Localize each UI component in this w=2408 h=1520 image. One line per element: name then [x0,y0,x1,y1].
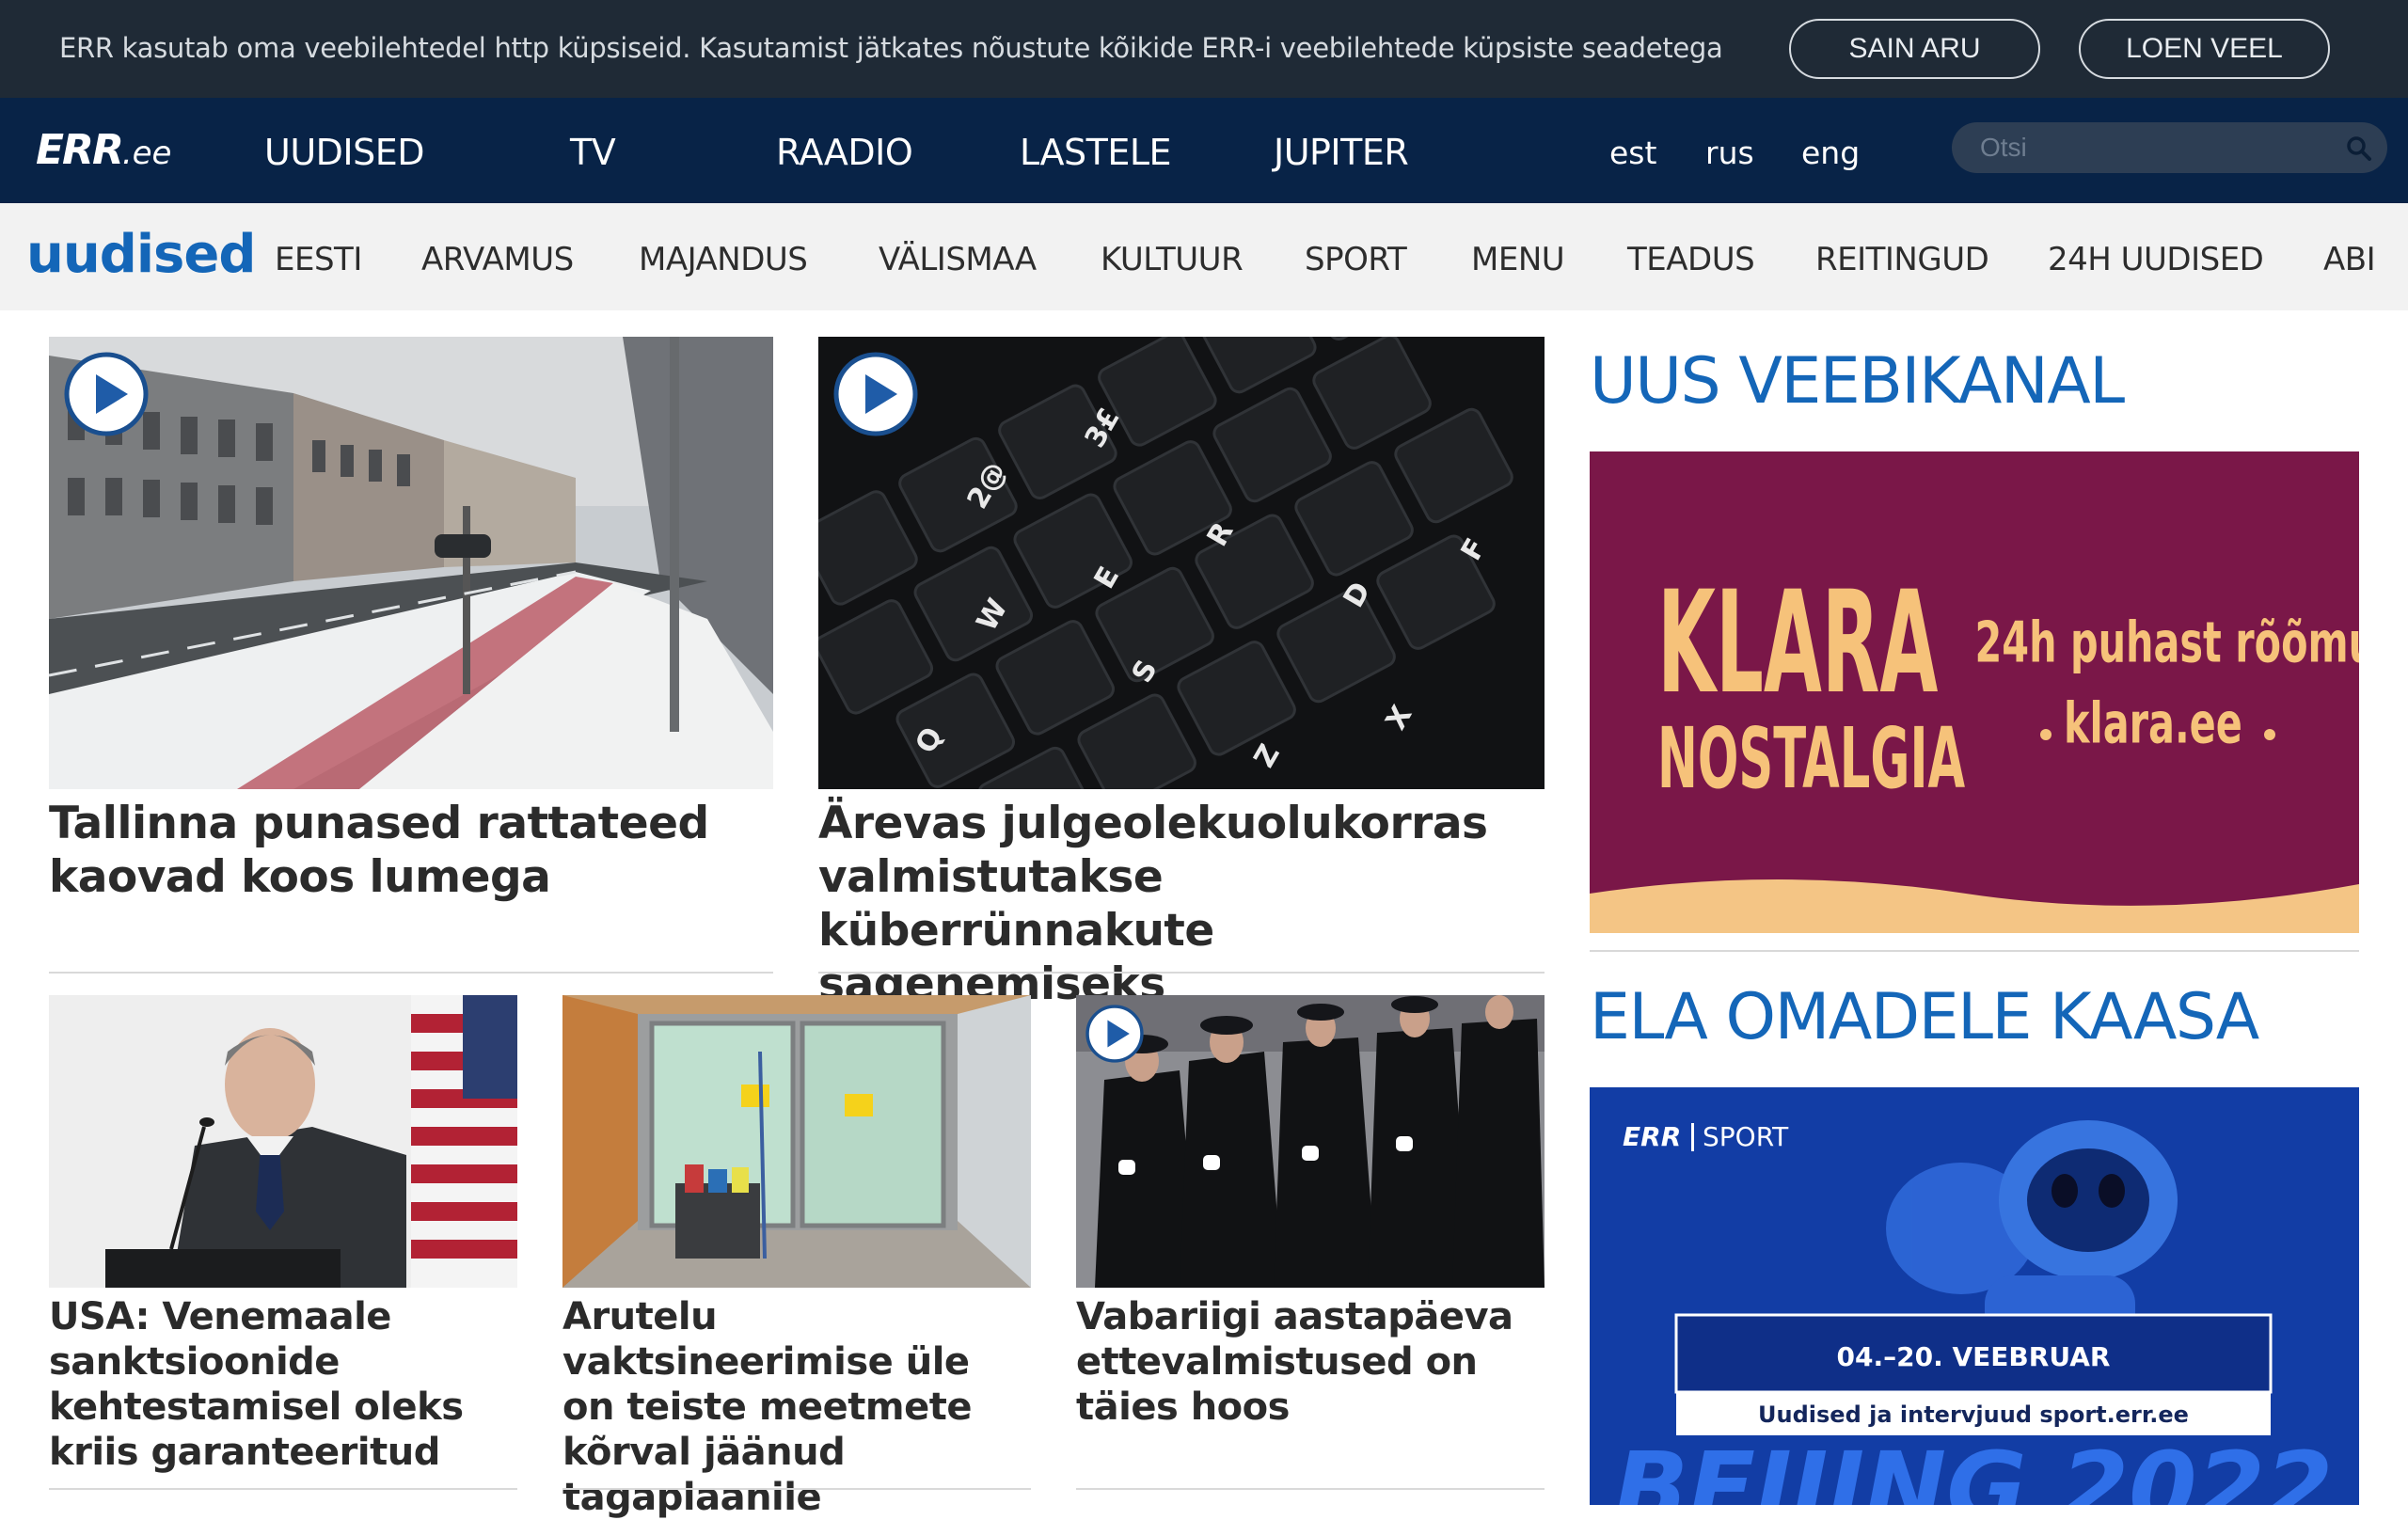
nav-uudised[interactable]: UUDISED [264,132,425,173]
cookie-text: ERR kasutab oma veebilehtedel http küpsi… [59,32,1723,64]
logo-suffix: .ee [121,135,172,172]
divider [49,972,773,974]
sidebar-title-follow: ELA OMADELE KAASA [1590,980,2259,1054]
klara-tagline: 24h puhast rõõmu! [1975,610,2360,676]
err-logo-small: ERR [1623,1121,1681,1152]
lang-eng[interactable]: eng [1801,135,1860,171]
subnav-kultuur[interactable]: KULTUUR [1101,241,1244,278]
lang-rus[interactable]: rus [1705,135,1754,171]
search-box [1952,122,2387,173]
olympics-note: Uudised ja intervjuud sport.err.ee [1758,1401,2189,1428]
nav-lastele[interactable]: LASTELE [1020,132,1172,173]
divider [818,972,1545,974]
subnav-sport[interactable]: SPORT [1305,241,1407,278]
play-icon[interactable] [1085,1005,1144,1063]
article-headline[interactable]: Tallinna punased rattateed kaovad koos l… [49,797,773,904]
nav-jupiter[interactable]: JUPITER [1274,132,1409,173]
article-image-hospital[interactable] [562,995,1031,1288]
divider [1590,950,2359,952]
sport-label: SPORT [1703,1121,1789,1152]
klara-site: klara.ee [2064,691,2242,757]
subnav-menu[interactable]: MENU [1471,241,1565,278]
lang-est[interactable]: est [1609,135,1656,171]
subnav-24h-uudised[interactable]: 24H UUDISED [2048,241,2264,278]
press-photo [49,995,517,1288]
parade-photo [1076,995,1545,1288]
hospital-photo [562,995,1031,1288]
search-icon[interactable] [2346,135,2372,162]
cookie-banner: ERR kasutab oma veebilehtedel http küpsi… [0,0,2408,98]
article-image-usa[interactable] [49,995,517,1288]
divider [49,1488,517,1490]
err-sport-olympics-banner[interactable]: ERR SPORT 04.–20. VEEBRUAR Uudised ja in… [1590,1087,2359,1505]
subnav-abi[interactable]: ABI [2323,241,2376,278]
logo-text: ERR [36,126,124,174]
subnav-reitingud[interactable]: REITINGUD [1815,241,1989,278]
cookie-read-more-button[interactable]: LOEN VEEL [2079,19,2330,79]
sidebar-title-new-channel: UUS VEEBIKANAL [1590,344,2125,419]
olympics-banner-art: ERR SPORT 04.–20. VEEBRUAR Uudised ja in… [1590,1087,2359,1505]
street-photo [49,337,773,789]
divider [1076,1488,1545,1490]
search-input[interactable] [1980,130,2337,166]
play-icon[interactable] [64,352,149,436]
subnav-arvamus[interactable]: ARVAMUS [421,241,574,278]
play-icon[interactable] [833,352,918,436]
klara-subtitle: NOSTALGIA [1657,710,1966,808]
err-logo[interactable]: ERR .ee [36,126,171,174]
klara-nostalgia-banner[interactable]: KLARA NOSTALGIA 24h puhast rõõmu! klara.… [1590,451,2359,933]
klara-banner-art: KLARA NOSTALGIA 24h puhast rõõmu! klara.… [1590,451,2359,933]
section-brand[interactable]: uudised [26,224,256,285]
olympics-dates: 04.–20. VEEBRUAR [1837,1341,2111,1372]
article-headline[interactable]: Arutelu vaktsineerimise üle on teiste me… [562,1294,1031,1520]
article-headline[interactable]: Ärevas julgeolekuolukorras valmistutakse… [818,797,1545,1011]
article-image-parade[interactable] [1076,995,1545,1288]
nav-tv[interactable]: TV [570,132,616,173]
subnav-eesti[interactable]: EESTI [275,241,362,278]
keyboard-photo: 2@ 3£ W E R Q S D F X Z [818,337,1545,789]
article-headline[interactable]: Vabariigi aastapäeva ettevalmistused on … [1076,1294,1545,1430]
article-headline[interactable]: USA: Venemaale sanktsioonide kehtestamis… [49,1294,517,1475]
cookie-accept-button[interactable]: SAIN ARU [1789,19,2040,79]
divider [562,1488,1031,1490]
nav-raadio[interactable]: RAADIO [776,132,913,173]
olympics-event: BEIJING 2022 [1614,1431,2333,1505]
article-image-bike-lanes[interactable] [49,337,773,789]
subnav-valismaa[interactable]: VÄLISMAA [879,241,1037,278]
subnav-majandus[interactable]: MAJANDUS [639,241,808,278]
article-image-keyboard[interactable]: 2@ 3£ W E R Q S D F X Z [818,337,1545,789]
subnav-teadus[interactable]: TEADUS [1627,241,1755,278]
klara-title: KLARA [1657,561,1938,725]
